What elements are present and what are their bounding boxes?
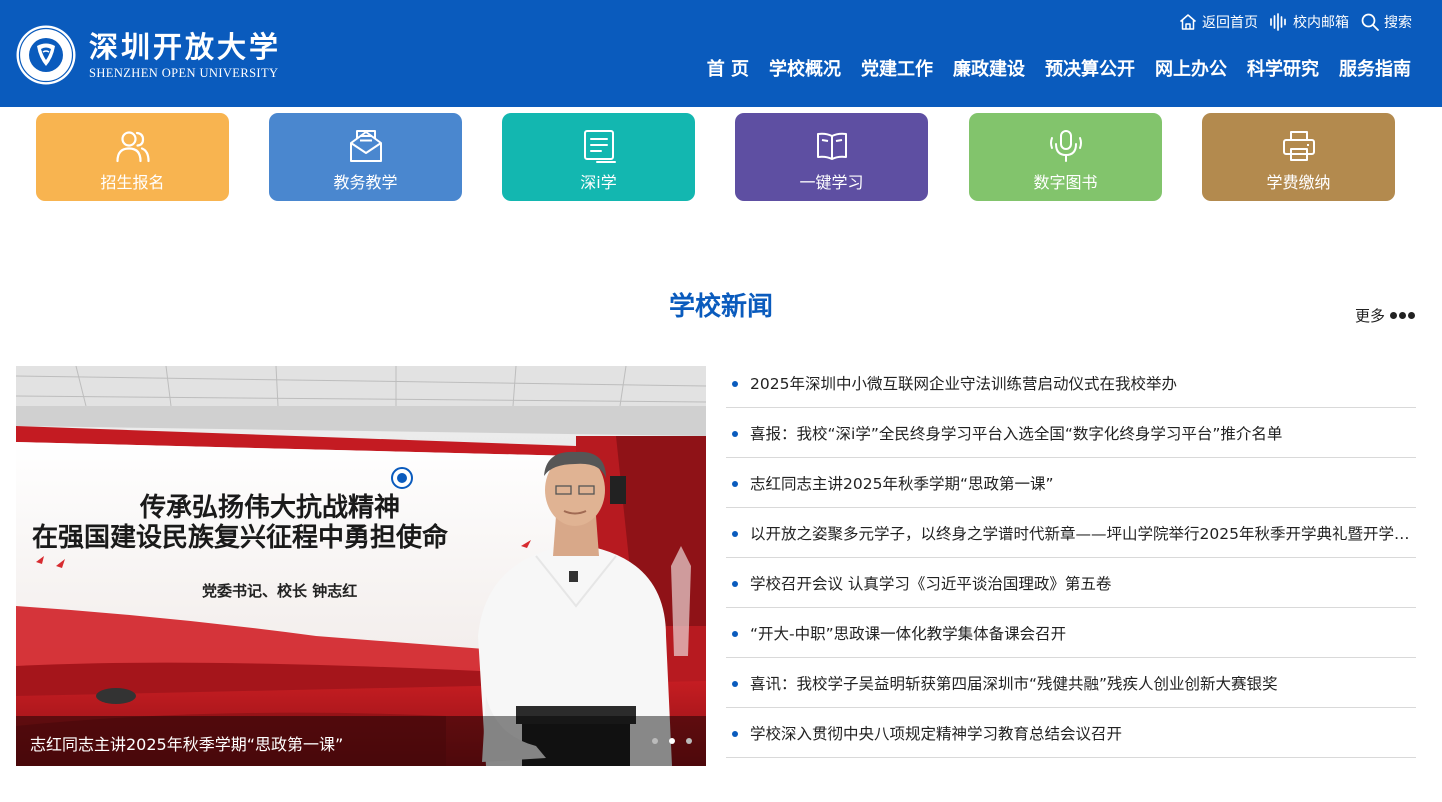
home-link[interactable]: 返回首页 <box>1178 12 1258 32</box>
carousel-dot-2[interactable] <box>669 738 675 744</box>
nav-integrity[interactable]: 廉政建设 <box>953 56 1025 84</box>
news-item[interactable]: 学校深入贯彻中央八项规定精神学习教育总结会议召开 <box>726 708 1416 758</box>
photo-screen-title-line1: 传承弘扬伟大抗战精神 <box>139 492 400 523</box>
photo-screen-title-line2: 在强国建设民族复兴征程中勇担使命 <box>32 522 449 553</box>
news-item[interactable]: 学校召开会议 认真学习《习近平谈治国理政》第五卷 <box>726 558 1416 608</box>
nav-research[interactable]: 科学研究 <box>1247 56 1319 84</box>
news-item-title: 志红同志主讲2025年秋季学期“思政第一课” <box>750 474 1054 493</box>
nav-service-guide[interactable]: 服务指南 <box>1339 56 1411 84</box>
document-icon <box>583 130 616 163</box>
featured-news-photo: 传承弘扬伟大抗战精神 在强国建设民族复兴征程中勇担使命 党委书记、校长 钟志红 <box>16 366 706 766</box>
nav-party-building[interactable]: 党建工作 <box>861 56 933 84</box>
nav-budget[interactable]: 预决算公开 <box>1045 56 1135 84</box>
mail-link[interactable]: 校内邮箱 <box>1269 12 1349 32</box>
logo-chinese-name: 深圳开放大学 <box>89 30 282 64</box>
news-more-link[interactable]: 更多 <box>1355 305 1415 326</box>
site-logo[interactable]: 深圳开放大学 SHENZHEN OPEN UNIVERSITY <box>15 24 281 86</box>
nav-online-office[interactable]: 网上办公 <box>1155 56 1227 84</box>
home-icon <box>1180 14 1196 30</box>
quick-link-enrollment[interactable]: 招生报名 <box>36 113 229 201</box>
microphone-icon <box>1049 130 1082 162</box>
news-item[interactable]: 喜讯：我校学子吴益明斩获第四届深圳市“残健共融”残疾人创业创新大赛银奖 <box>726 658 1416 708</box>
carousel-dot-3[interactable] <box>686 738 692 744</box>
news-section-title: 学校新闻 <box>668 292 773 322</box>
quick-link-tuition-payment[interactable]: 学费缴纳 <box>1202 113 1395 201</box>
mail-link-label: 校内邮箱 <box>1293 15 1349 31</box>
quick-link-label: 学费缴纳 <box>1266 173 1331 192</box>
news-item-title: 学校深入贯彻中央八项规定精神学习教育总结会议召开 <box>750 724 1123 743</box>
more-dots-icon <box>1388 312 1415 319</box>
photo-screen-subtitle: 党委书记、校长 钟志红 <box>202 582 357 600</box>
logo-english-name: SHENZHEN OPEN UNIVERSITY <box>89 66 279 80</box>
search-link-label: 搜索 <box>1384 15 1412 31</box>
news-item-title: 喜讯：我校学子吴益明斩获第四届深圳市“残健共融”残疾人创业创新大赛银奖 <box>750 674 1278 693</box>
quick-link-label: 数字图书 <box>1033 173 1098 192</box>
quick-links: 招生报名 教务教学 深i学 一键学习 数字图书 学费缴纳 <box>36 113 1395 201</box>
news-item-title: “开大-中职”思政课一体化教学集体备课会召开 <box>750 624 1067 643</box>
quick-link-digital-library[interactable]: 数字图书 <box>969 113 1162 201</box>
quick-link-label: 深i学 <box>580 173 617 192</box>
site-header: 深圳开放大学 SHENZHEN OPEN UNIVERSITY 返回首页 校内邮… <box>0 0 1442 107</box>
nav-home[interactable]: 首 页 <box>707 56 749 84</box>
news-list: 2025年深圳中小微互联网企业守法训练营启动仪式在我校举办 喜报：我校“深i学”… <box>726 358 1416 758</box>
news-item-title: 2025年深圳中小微互联网企业守法训练营启动仪式在我校举办 <box>750 374 1177 393</box>
nav-about[interactable]: 学校概况 <box>769 56 841 84</box>
book-icon <box>816 132 847 160</box>
news-item[interactable]: 以开放之姿聚多元学子，以终身之学谱时代新章——坪山学院举行2025年秋季开学典礼… <box>726 508 1416 558</box>
quick-link-label: 一键学习 <box>799 173 864 192</box>
news-item-title: 学校召开会议 认真学习《习近平谈治国理政》第五卷 <box>750 574 1112 593</box>
quick-link-shen-i-learn[interactable]: 深i学 <box>502 113 695 201</box>
more-label: 更多 <box>1354 307 1385 325</box>
carousel-dot-1[interactable] <box>652 738 658 744</box>
search-icon <box>1361 13 1379 31</box>
envelope-icon <box>349 130 382 162</box>
news-item[interactable]: 喜报：我校“深i学”全民终身学习平台入选全国“数字化终身学习平台”推介名单 <box>726 408 1416 458</box>
users-icon <box>115 131 150 163</box>
quick-link-label: 招生报名 <box>100 173 165 192</box>
news-item[interactable]: 2025年深圳中小微互联网企业守法训练营启动仪式在我校举办 <box>726 358 1416 408</box>
home-link-label: 返回首页 <box>1202 15 1258 31</box>
quick-link-label: 教务教学 <box>333 173 398 192</box>
news-item-title: 以开放之姿聚多元学子，以终身之学谱时代新章——坪山学院举行2025年秋季开学典礼… <box>750 524 1410 543</box>
featured-caption[interactable]: 志红同志主讲2025年秋季学期“思政第一课” <box>30 731 343 755</box>
university-emblem-icon <box>16 25 76 85</box>
quick-link-one-click-study[interactable]: 一键学习 <box>735 113 928 201</box>
featured-news-carousel[interactable]: 传承弘扬伟大抗战精神 在强国建设民族复兴征程中勇担使命 党委书记、校长 钟志红 … <box>16 366 706 766</box>
featured-caption-bar: 志红同志主讲2025年秋季学期“思政第一课” <box>16 716 706 766</box>
news-item[interactable]: 志红同志主讲2025年秋季学期“思政第一课” <box>726 458 1416 508</box>
main-nav: 首 页 学校概况 党建工作 廉政建设 预决算公开 网上办公 科学研究 服务指南 <box>687 56 1411 84</box>
mail-icon <box>1270 13 1286 31</box>
search-link[interactable]: 搜索 <box>1360 12 1412 32</box>
carousel-pager <box>641 738 692 744</box>
utility-links: 返回首页 校内邮箱 搜索 <box>1167 12 1412 32</box>
news-item[interactable]: “开大-中职”思政课一体化教学集体备课会召开 <box>726 608 1416 658</box>
printer-icon <box>1282 131 1315 161</box>
quick-link-academic-affairs[interactable]: 教务教学 <box>269 113 462 201</box>
news-item-title: 喜报：我校“深i学”全民终身学习平台入选全国“数字化终身学习平台”推介名单 <box>750 424 1283 443</box>
